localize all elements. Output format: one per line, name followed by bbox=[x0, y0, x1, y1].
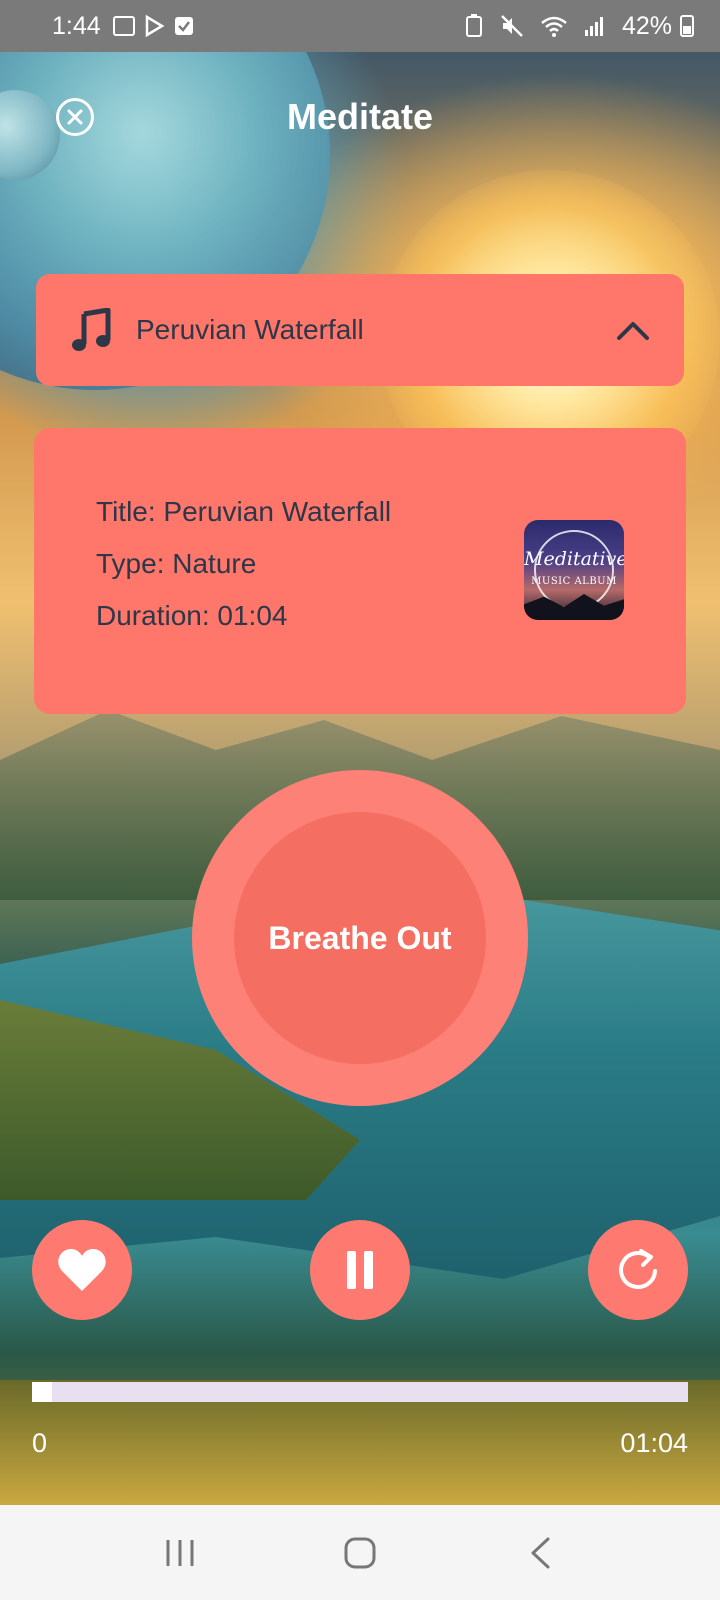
breath-circle: Breathe Out bbox=[192, 770, 528, 1106]
chevron-up-icon bbox=[617, 322, 649, 340]
status-time: 1:44 bbox=[52, 11, 101, 40]
album-art-title: Meditative bbox=[524, 548, 624, 570]
pause-icon bbox=[347, 1251, 373, 1289]
track-duration-line: Duration: 01:04 bbox=[96, 600, 288, 631]
system-nav-bar bbox=[0, 1505, 720, 1600]
favorite-button[interactable] bbox=[32, 1220, 132, 1320]
progress-bar[interactable] bbox=[32, 1382, 688, 1402]
heart-icon bbox=[58, 1249, 106, 1291]
gallery-icon bbox=[112, 16, 135, 36]
checkbox-icon bbox=[173, 15, 195, 37]
status-bar: 1:44 42% bbox=[0, 0, 720, 52]
signal-icon bbox=[584, 15, 606, 37]
track-info-card: Title: Peruvian Waterfall Type: Nature D… bbox=[34, 428, 686, 714]
selected-track-name: Peruvian Waterfall bbox=[136, 314, 364, 345]
home-button[interactable] bbox=[330, 1523, 390, 1583]
back-icon bbox=[531, 1537, 550, 1568]
replay-icon bbox=[619, 1249, 657, 1289]
battery-saver-icon bbox=[464, 14, 484, 38]
play-store-icon bbox=[143, 15, 165, 37]
battery-percent: 42% bbox=[621, 11, 672, 40]
total-time: 01:04 bbox=[620, 1428, 688, 1458]
progress-fill bbox=[32, 1382, 52, 1402]
elapsed-time: 0 bbox=[32, 1428, 48, 1458]
mute-icon bbox=[500, 14, 524, 38]
battery-icon bbox=[680, 15, 694, 37]
pause-button[interactable] bbox=[310, 1220, 410, 1320]
music-note-icon bbox=[72, 308, 111, 351]
album-art-subtitle: MUSIC ALBUM bbox=[531, 576, 617, 587]
page-title: Meditate bbox=[286, 96, 434, 137]
track-selector-dropdown[interactable]: Peruvian Waterfall bbox=[36, 274, 684, 386]
breath-instruction: Breathe Out bbox=[268, 919, 452, 956]
breath-inner-circle: Breathe Out bbox=[234, 812, 486, 1064]
back-button[interactable] bbox=[510, 1523, 570, 1583]
home-icon bbox=[344, 1537, 376, 1568]
track-type-line: Type: Nature bbox=[96, 548, 257, 579]
wifi-icon bbox=[540, 14, 568, 38]
album-art: Meditative MUSIC ALBUM bbox=[524, 520, 624, 620]
track-title-line: Title: Peruvian Waterfall bbox=[96, 496, 392, 527]
replay-button[interactable] bbox=[588, 1220, 688, 1320]
recent-apps-icon bbox=[166, 1539, 194, 1566]
recent-apps-button[interactable] bbox=[150, 1523, 210, 1583]
